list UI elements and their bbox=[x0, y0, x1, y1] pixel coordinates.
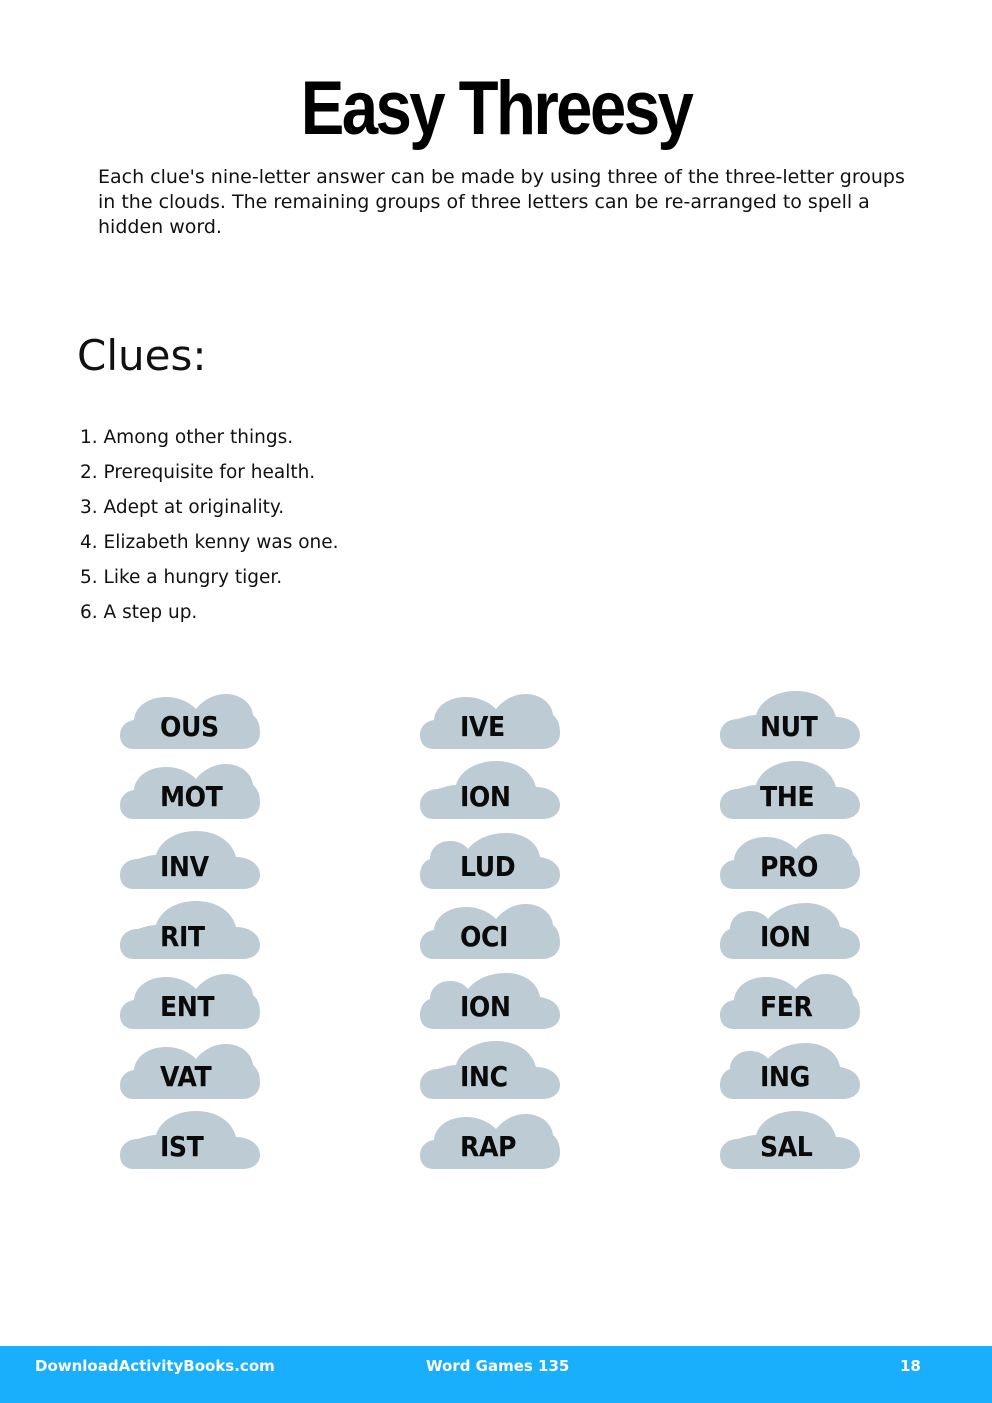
cloud-letters: INC bbox=[460, 1060, 508, 1093]
cloud-letters: PRO bbox=[760, 850, 818, 883]
footer-book-title: Word Games 135 bbox=[426, 1357, 570, 1375]
cloud-letters: OCI bbox=[460, 920, 508, 953]
word-cloud: RIT bbox=[120, 899, 260, 961]
word-cloud: INC bbox=[420, 1039, 560, 1101]
cloud-letters: ION bbox=[460, 990, 511, 1023]
word-cloud: ENT bbox=[120, 969, 260, 1031]
word-cloud: RAP bbox=[420, 1109, 560, 1171]
word-cloud: INV bbox=[120, 829, 260, 891]
word-cloud: ION bbox=[720, 899, 860, 961]
cloud-letters: RAP bbox=[460, 1130, 517, 1163]
cloud-letters: OUS bbox=[160, 710, 219, 743]
word-cloud: ION bbox=[420, 759, 560, 821]
cloud-letters: IVE bbox=[460, 710, 505, 743]
cloud-letters: FER bbox=[760, 990, 813, 1023]
word-cloud: ING bbox=[720, 1039, 860, 1101]
word-cloud: OCI bbox=[420, 899, 560, 961]
word-cloud: ION bbox=[420, 969, 560, 1031]
footer-page-number: 18 bbox=[900, 1357, 921, 1375]
footer-bar: DownloadActivityBooks.com Word Games 135… bbox=[0, 1346, 992, 1403]
word-cloud: THE bbox=[720, 759, 860, 821]
cloud-letters: THE bbox=[760, 780, 815, 813]
cloud-letters: SAL bbox=[760, 1130, 813, 1163]
word-cloud: OUS bbox=[120, 689, 260, 751]
word-cloud: VAT bbox=[120, 1039, 260, 1101]
word-cloud: PRO bbox=[720, 829, 860, 891]
word-cloud: NUT bbox=[720, 689, 860, 751]
cloud-letters: ENT bbox=[160, 990, 215, 1023]
cloud-letters: IST bbox=[160, 1130, 204, 1163]
cloud-letters: MOT bbox=[160, 780, 223, 813]
word-cloud: IST bbox=[120, 1109, 260, 1171]
cloud-letters: NUT bbox=[760, 710, 818, 743]
cloud-letters: LUD bbox=[460, 850, 516, 883]
cloud-letters: ING bbox=[760, 1060, 810, 1093]
cloud-letters: RIT bbox=[160, 920, 205, 953]
word-cloud: LUD bbox=[420, 829, 560, 891]
word-cloud: SAL bbox=[720, 1109, 860, 1171]
cloud-grid: OUS MOT INV RIT ENT VAT IST IVE ION LUD OCI ION INC R… bbox=[0, 0, 992, 1403]
cloud-letters: ION bbox=[760, 920, 811, 953]
word-cloud: MOT bbox=[120, 759, 260, 821]
word-cloud: IVE bbox=[420, 689, 560, 751]
cloud-letters: VAT bbox=[160, 1060, 212, 1093]
cloud-letters: INV bbox=[160, 850, 209, 883]
footer-site-link[interactable]: DownloadActivityBooks.com bbox=[35, 1356, 275, 1376]
word-cloud: FER bbox=[720, 969, 860, 1031]
cloud-letters: ION bbox=[460, 780, 511, 813]
